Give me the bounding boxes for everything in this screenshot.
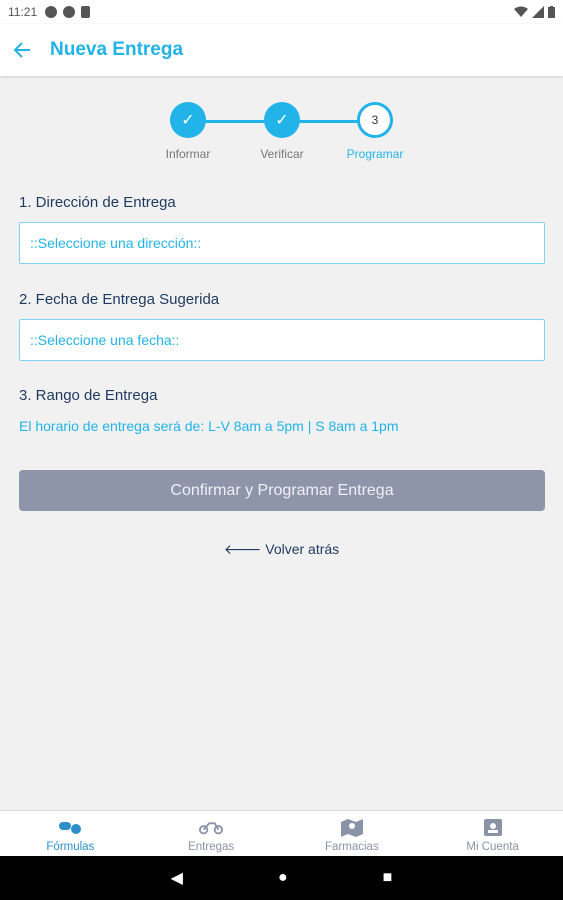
app-bar: Nueva Entrega <box>0 24 563 76</box>
notification-a-icon <box>45 6 58 18</box>
step-label-programar: Programar <box>346 147 404 161</box>
go-back-link[interactable]: 🡐 Volver atrás <box>0 541 563 558</box>
map-icon <box>340 817 364 837</box>
status-time: 11:21 <box>8 5 38 19</box>
address-label: 1. Dirección de Entrega <box>19 194 176 211</box>
signal-icon <box>532 6 544 18</box>
range-label: 3. Rango de Entrega <box>19 387 158 404</box>
id-badge-icon <box>481 817 505 837</box>
page-title: Nueva Entrega <box>50 39 184 60</box>
android-back-icon[interactable]: ◀ <box>171 868 183 888</box>
confirm-schedule-button[interactable]: Confirmar y Programar Entrega <box>19 470 545 511</box>
nav-label-farmacias: Farmacias <box>325 841 379 853</box>
confirm-button-label: Confirmar y Programar Entrega <box>170 481 394 499</box>
address-select[interactable]: ::Seleccione una dirección:: <box>19 222 545 264</box>
step-programar-number: 3 <box>357 102 393 138</box>
date-label: 2. Fecha de Entrega Sugerida <box>19 291 220 308</box>
date-select[interactable]: ::Seleccione una fecha:: <box>19 319 545 361</box>
arrow-left-icon: 🡐 <box>223 541 266 557</box>
android-recents-icon[interactable]: ■ <box>383 869 393 887</box>
step-label-verificar: Verificar <box>260 147 304 161</box>
motorcycle-icon <box>199 817 224 837</box>
address-select-value: ::Seleccione una dirección:: <box>30 235 202 251</box>
step-connector <box>205 120 265 123</box>
status-bar: 11:21 <box>0 0 563 24</box>
notification-icons <box>45 6 91 18</box>
nav-label-formulas: Fórmulas <box>46 841 95 853</box>
wifi-icon <box>514 6 528 17</box>
nav-item-formulas[interactable]: Fórmulas <box>0 811 141 856</box>
nav-item-entregas[interactable]: Entregas <box>141 811 282 856</box>
nav-item-farmacias[interactable]: Farmacias <box>282 811 423 856</box>
delivery-hours-info: El horario de entrega será de: L-V 8am a… <box>19 418 399 434</box>
stepper: ✓ ✓ 3 Informar Verificar Programar <box>0 100 563 170</box>
nav-label-entregas: Entregas <box>188 841 235 853</box>
android-home-icon[interactable]: ● <box>278 869 288 887</box>
android-nav-bar: ◀ ● ■ <box>0 856 563 900</box>
step-informar-check-icon: ✓ <box>170 102 206 138</box>
back-arrow-icon[interactable] <box>0 24 50 76</box>
go-back-label: Volver atrás <box>265 541 340 557</box>
date-select-value: ::Seleccione una fecha:: <box>30 332 180 348</box>
step-verificar-check-icon: ✓ <box>264 102 300 138</box>
nav-item-mi-cuenta[interactable]: Mi Cuenta <box>422 811 563 856</box>
system-icons <box>514 6 555 18</box>
pills-icon <box>58 817 82 837</box>
sd-card-icon <box>81 6 91 18</box>
battery-icon <box>548 6 555 18</box>
nav-label-mi-cuenta: Mi Cuenta <box>466 841 519 853</box>
notification-f-icon <box>63 6 76 18</box>
step-connector <box>299 120 359 123</box>
step-label-informar: Informar <box>165 147 211 161</box>
bottom-nav: Fórmulas Entregas Farmacias Mi Cuenta <box>0 810 563 856</box>
